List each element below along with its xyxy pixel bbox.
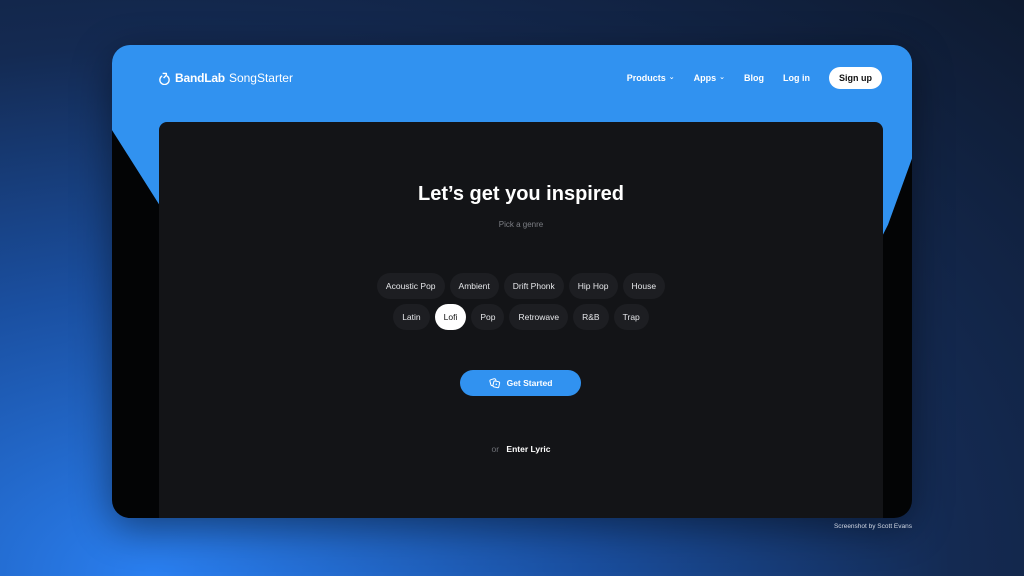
chevron-down-icon: ⌄: [668, 74, 675, 81]
genre-row-1: Acoustic Pop Ambient Drift Phonk Hip Hop Hou…: [376, 273, 666, 299]
navbar: BandLab SongStarter Products ⌄ Apps ⌄ Bl…: [112, 45, 912, 111]
signup-button[interactable]: Sign up: [829, 67, 882, 89]
genre-chip-r-b[interactable]: R&B: [573, 304, 609, 330]
nav-products-label: Products: [626, 73, 666, 83]
genre-chip-hip-hop[interactable]: Hip Hop: [568, 273, 618, 299]
nav-blog[interactable]: Blog: [744, 73, 764, 83]
genre-chip-latin[interactable]: Latin: [393, 304, 430, 330]
chevron-down-icon: ⌄: [719, 74, 725, 81]
nav-apps[interactable]: Apps ⌄: [694, 73, 725, 83]
genre-row-2: Latin Lofi Pop Retrowave R&B Trap: [393, 304, 649, 330]
get-started-button[interactable]: Get Started: [460, 370, 581, 396]
genre-chip-house[interactable]: House: [622, 273, 666, 299]
brand-name: BandLab: [175, 71, 225, 85]
nav-apps-label: Apps: [693, 73, 717, 83]
enter-lyric-row: or Enter Lyric: [159, 444, 883, 454]
genre-chip-retrowave[interactable]: Retrowave: [509, 304, 569, 330]
genre-chip-trap[interactable]: Trap: [613, 304, 649, 330]
nav-products[interactable]: Products ⌄: [627, 73, 675, 83]
genre-chip-ambient[interactable]: Ambient: [449, 273, 499, 299]
genre-chip-acoustic-pop[interactable]: Acoustic Pop: [376, 273, 445, 299]
page-title: Let’s get you inspired: [418, 183, 624, 205]
brand-logo[interactable]: BandLab SongStarter: [158, 71, 293, 85]
get-started-label: Get Started: [506, 378, 553, 388]
screenshot-credit: Screenshot by Scott Evans: [833, 523, 912, 530]
genre-chip-drift-phonk[interactable]: Drift Phonk: [503, 273, 564, 299]
genre-chip-pop[interactable]: Pop: [471, 304, 505, 330]
genre-chips: Acoustic Pop Ambient Drift Phonk Hip Hop Hou…: [159, 273, 883, 330]
bandlab-logo-icon: [159, 72, 170, 85]
product-name: SongStarter: [228, 71, 293, 85]
genre-chip-lofi[interactable]: Lofi: [434, 304, 467, 330]
or-text: or: [491, 444, 500, 454]
main-nav: Products ⌄ Apps ⌄ Blog Log in Sign up: [627, 67, 882, 89]
page-subtitle: Pick a genre: [498, 220, 544, 229]
nav-blog-label: Blog: [744, 73, 764, 83]
genre-picker-panel: Let’s get you inspired Pick a genre Acou…: [159, 122, 883, 518]
dice-icon: [488, 378, 500, 389]
enter-lyric-link[interactable]: Enter Lyric: [506, 444, 550, 454]
nav-login-label: Log in: [783, 73, 810, 83]
nav-login[interactable]: Log in: [783, 73, 810, 83]
browser-frame: BandLab SongStarter Products ⌄ Apps ⌄ Bl…: [112, 45, 912, 518]
